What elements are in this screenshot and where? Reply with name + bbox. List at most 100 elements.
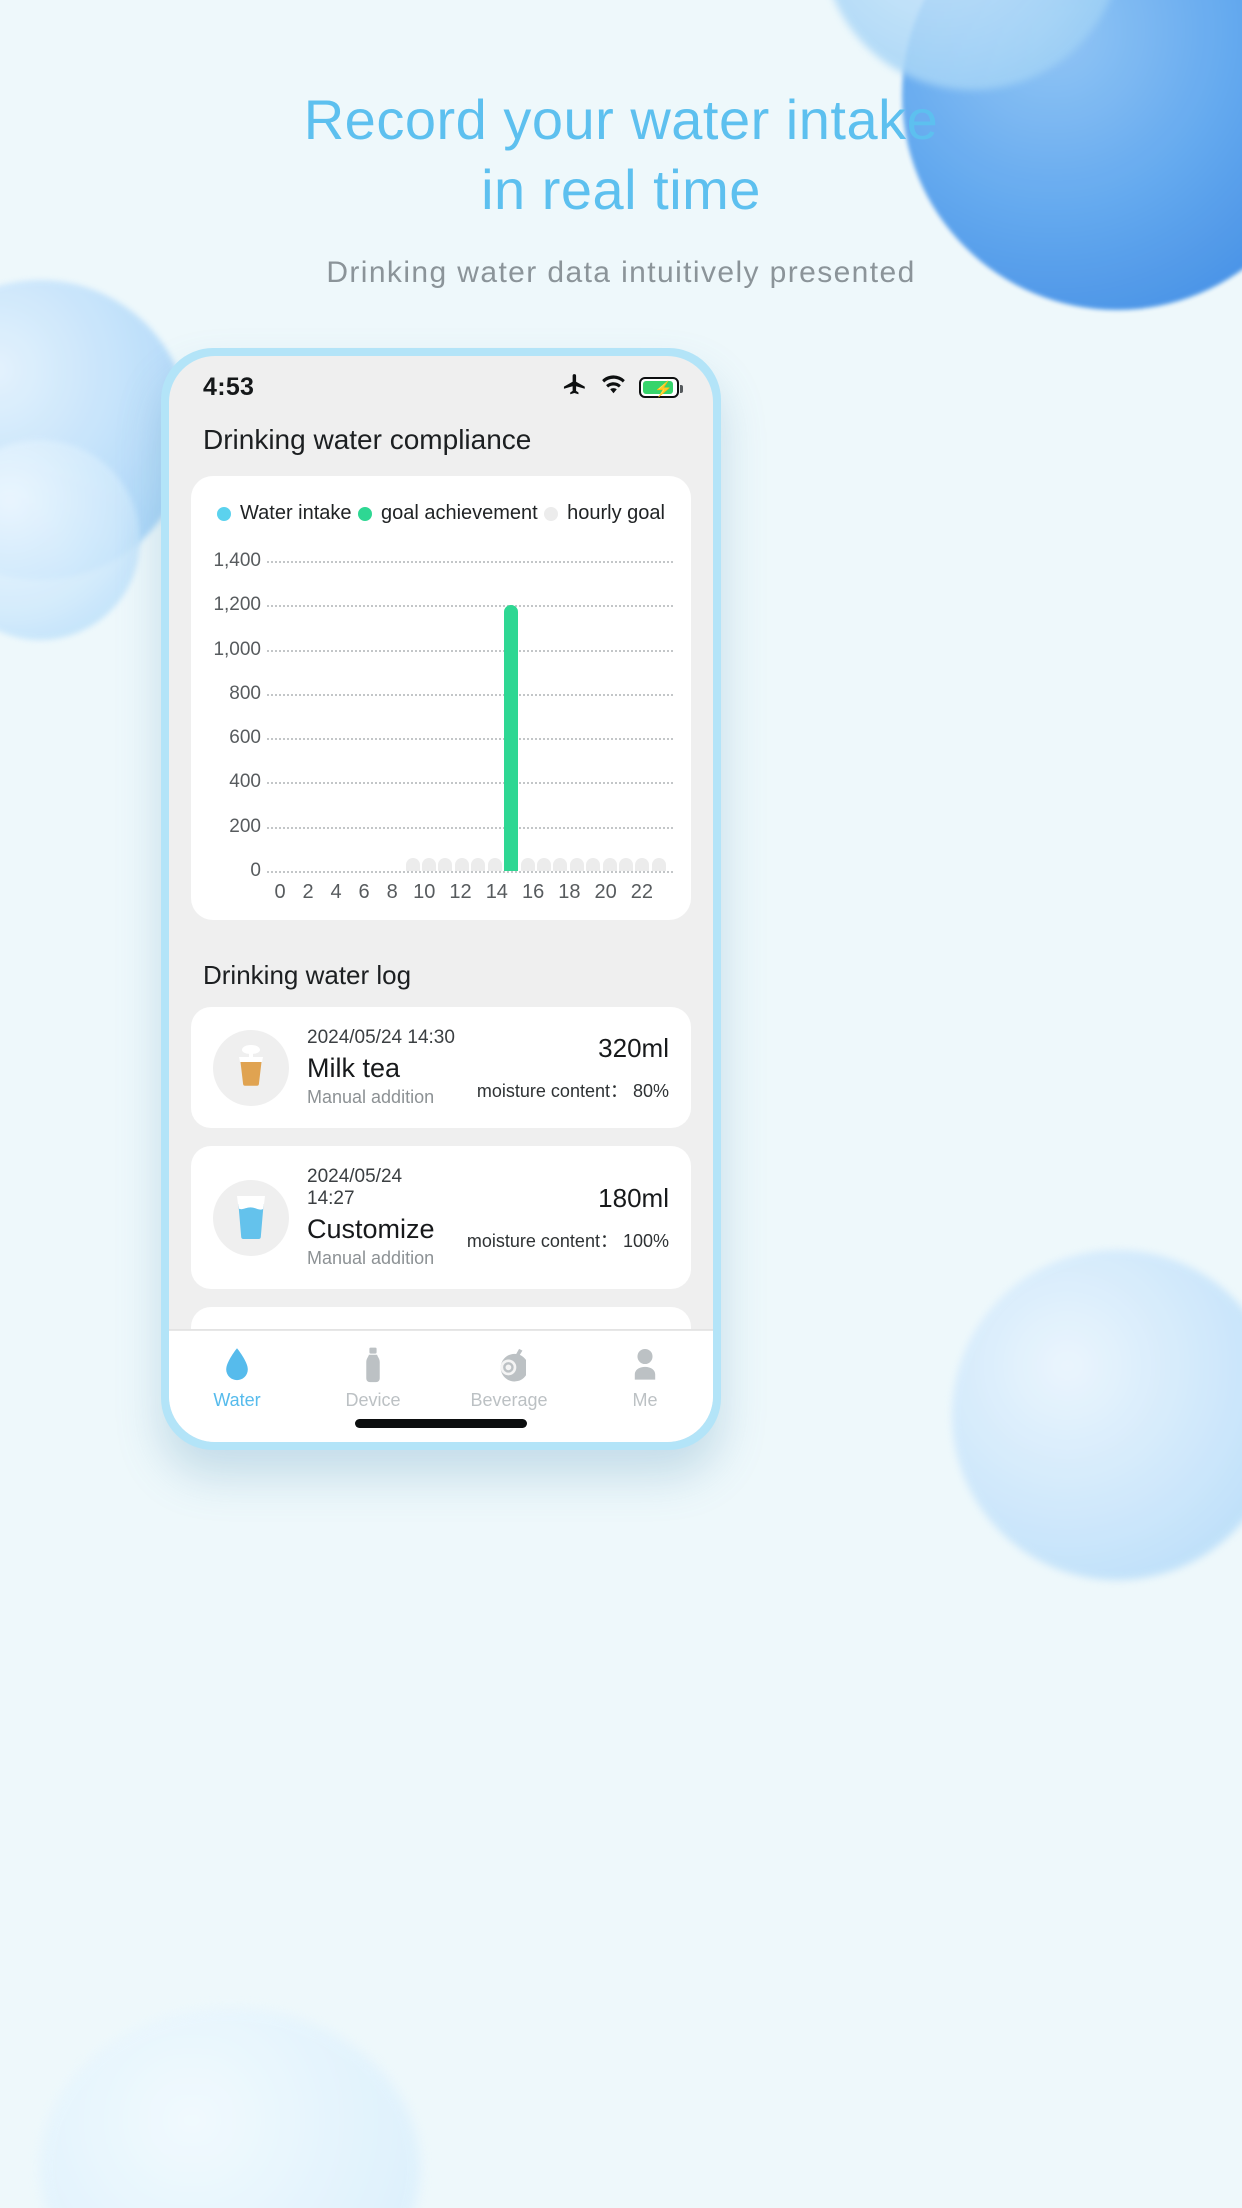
x-axis-tick-label: . <box>315 881 329 904</box>
chart-bar-slot[interactable] <box>388 561 404 871</box>
log-entry-moisture: moisture content： 80% <box>476 1080 669 1101</box>
tab-label: Water <box>213 1390 261 1410</box>
chart-bar-slot[interactable] <box>585 561 601 871</box>
tab-label: Device <box>345 1390 401 1410</box>
log-entry-avatar <box>213 1029 289 1106</box>
chart-bar-slot[interactable] <box>322 561 338 871</box>
legend-item-goal-achievement[interactable]: goal achievement <box>357 502 538 525</box>
wifi-icon <box>600 374 627 401</box>
chart-bar-slot[interactable] <box>437 561 453 871</box>
x-axis-tick-label: . <box>617 881 631 904</box>
log-entry-amount: 320ml <box>598 1032 669 1063</box>
chart-bar-slot[interactable] <box>372 561 388 871</box>
chart-bar-slot[interactable] <box>601 561 617 871</box>
x-axis-tick-label: 2 <box>302 881 314 903</box>
battery-charging-icon: ⚡ <box>639 376 683 398</box>
x-axis-tick-label: 14 <box>485 881 508 903</box>
chart-bar-slot[interactable] <box>552 561 568 871</box>
log-entry-time: 2024/05/24 14:27 <box>307 1166 403 1209</box>
bar-hourly-goal <box>602 857 617 871</box>
status-time: 4:53 <box>203 372 255 401</box>
y-axis-labels: 0 200 400 600 800 1,000 1,200 1,400 <box>209 550 265 881</box>
phone-screen: 4:53 ⚡ Drinking water compliance Water i… <box>169 356 713 1442</box>
chart-bar-slot[interactable] <box>470 561 486 871</box>
log-entry-metrics: 320ml moisture content： 80% <box>477 1033 669 1103</box>
water-glass-icon <box>213 1180 289 1256</box>
log-entry-moisture: moisture content： 100% <box>466 1230 669 1251</box>
legend-item-hourly-goal[interactable]: hourly goal <box>544 502 665 525</box>
x-axis-tick-label: 18 <box>558 881 581 903</box>
chart-bar-slot[interactable] <box>454 561 470 871</box>
x-axis-tick-label: . <box>287 881 301 904</box>
chart-legend: Water intake goal achievement hourly goa… <box>209 498 673 525</box>
chart-bar-slot[interactable] <box>339 561 355 871</box>
chart-bar-slot[interactable] <box>355 561 371 871</box>
bar-hourly-goal <box>651 857 666 871</box>
tab-beverage[interactable]: Beverage <box>441 1345 577 1411</box>
bar-hourly-goal <box>471 857 486 871</box>
log-entry-name: Customize <box>307 1214 435 1244</box>
log-entry-amount: 180ml <box>598 1182 669 1213</box>
bar-hourly-goal <box>454 857 469 871</box>
chart-card: Water intake goal achievement hourly goa… <box>191 476 691 920</box>
chart-bar-slot[interactable] <box>503 561 519 871</box>
log-entry-details: 2024/05/24 14:30 Milk tea Manual addition <box>307 1027 459 1108</box>
hero-title: Record your water intake in real time <box>0 92 1242 218</box>
bar-hourly-goal <box>553 857 568 871</box>
chart-bar-slot[interactable] <box>634 561 650 871</box>
tab-water[interactable]: Water <box>169 1345 305 1411</box>
status-bar: 4:53 ⚡ <box>169 356 713 408</box>
log-entry-name: Milk tea <box>307 1053 401 1083</box>
bar-hourly-goal <box>487 857 502 871</box>
legend-label-hourly-goal: hourly goal <box>567 502 665 524</box>
x-axis-tick-label: . <box>508 881 522 904</box>
chart-bar-slot[interactable] <box>618 561 634 871</box>
log-entry-source: Manual addition <box>307 1087 435 1107</box>
log-section-title: Drinking water log <box>203 960 412 990</box>
legend-item-water-intake[interactable]: Water intake <box>217 502 352 525</box>
x-axis-tick-label: . <box>371 881 385 904</box>
chart-bar-slot[interactable] <box>289 561 305 871</box>
x-axis-tick-label: . <box>653 881 667 904</box>
page-title: Drinking water compliance <box>203 424 532 455</box>
legend-dot-water-intake <box>217 506 231 521</box>
bar-hourly-goal <box>438 857 453 871</box>
log-entry-card[interactable]: 2024/05/24 14:27 Customize Manual addition… <box>191 1146 691 1289</box>
bar-hourly-goal <box>422 857 436 871</box>
chart-bar-slot[interactable] <box>273 561 289 871</box>
gridline <box>267 871 673 873</box>
y-axis-tick-label: 0 <box>250 860 261 881</box>
y-axis-tick-label: 1,200 <box>213 594 261 616</box>
y-axis-tick-label: 1,000 <box>213 638 261 660</box>
bar-chart-plot: 0 200 400 600 800 1,000 1,200 1,400 <box>209 550 673 881</box>
y-axis-tick-label: 800 <box>229 682 261 704</box>
tab-device[interactable]: Device <box>305 1345 441 1411</box>
x-axis-tick-label: 10 <box>413 881 436 903</box>
x-axis-labels: 0.2.4.6.8.10.12.14.16.18.20.22. <box>267 881 673 904</box>
x-axis-tick-label: . <box>435 881 449 904</box>
bar-hourly-goal <box>569 857 584 871</box>
chart-bar-slot[interactable] <box>519 561 535 871</box>
chart-bar-slot[interactable] <box>421 561 437 871</box>
bar-goal-achievement <box>504 605 519 871</box>
x-axis-tick-label: . <box>399 881 413 904</box>
tab-me[interactable]: Me <box>577 1345 713 1411</box>
bar-hourly-goal <box>586 857 601 871</box>
legend-dot-hourly-goal <box>544 506 559 521</box>
chart-bar-slot[interactable] <box>404 561 420 871</box>
legend-dot-goal-achievement <box>357 506 372 521</box>
hero-title-line1: Record your water intake <box>303 88 939 151</box>
tab-label: Beverage <box>470 1390 548 1410</box>
log-entry-card[interactable]: 2024/05/24 14:30 Milk tea Manual addition 3… <box>191 1007 691 1128</box>
chart-bar-slot[interactable] <box>536 561 552 871</box>
x-axis-tick-label: 0 <box>274 881 286 903</box>
log-entry-metrics: 180ml moisture content： 100% <box>467 1183 669 1253</box>
water-drop-icon <box>169 1345 305 1385</box>
chart-bar-slot[interactable] <box>486 561 502 871</box>
chart-bar-slot[interactable] <box>306 561 322 871</box>
chart-bar-slot[interactable] <box>569 561 585 871</box>
y-axis-tick-label: 400 <box>229 771 261 793</box>
hero-title-line2: in real time <box>481 158 761 221</box>
hero-header: Record your water intake in real time Dr… <box>0 0 1242 290</box>
chart-bar-slot[interactable] <box>651 561 667 871</box>
